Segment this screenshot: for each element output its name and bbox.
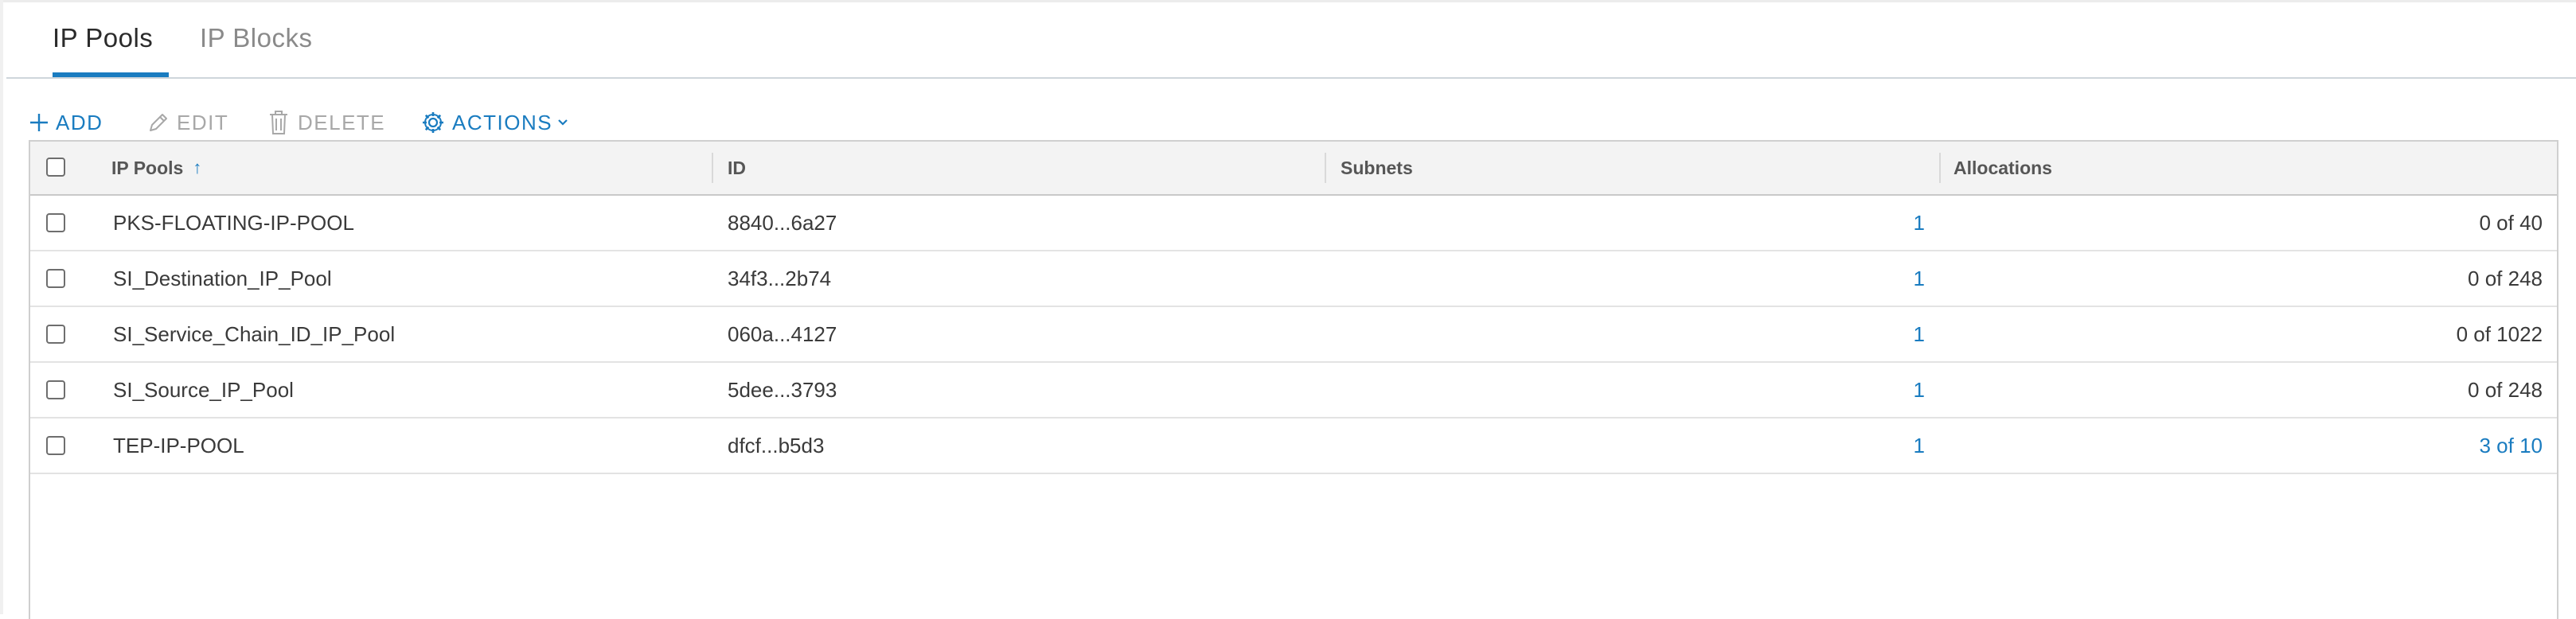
ip-pools-table: IP Pools ↑ ID Subnets Allocations PKS-FL… — [29, 140, 2558, 619]
pool-id-cell: 060a...4127 — [728, 321, 837, 346]
actions-label: ACTIONS — [452, 110, 553, 134]
actions-dropdown[interactable]: ACTIONS — [420, 108, 568, 137]
plus-icon — [29, 112, 49, 133]
table-row[interactable]: SI_Destination_IP_Pool 34f3...2b74 1 0 o… — [30, 251, 2557, 307]
pool-id-cell: dfcf...b5d3 — [728, 433, 825, 457]
pool-name-cell: TEP-IP-POOL — [113, 433, 244, 457]
subnets-link[interactable]: 1 — [1341, 419, 1925, 473]
column-header-ip-pools[interactable]: IP Pools ↑ — [111, 142, 201, 194]
row-checkbox[interactable] — [46, 213, 65, 232]
column-header-label: IP Pools — [111, 157, 184, 178]
chevron-down-icon — [557, 119, 568, 127]
table-header: IP Pools ↑ ID Subnets Allocations — [30, 142, 2557, 196]
tab-ip-pools[interactable]: IP Pools — [53, 23, 153, 53]
allocations-cell: 0 of 248 — [2468, 377, 2543, 402]
pool-id-cell: 34f3...2b74 — [728, 266, 832, 290]
trash-icon — [267, 110, 290, 135]
row-checkbox[interactable] — [46, 269, 65, 288]
allocations-cell: 0 of 248 — [2468, 266, 2543, 290]
delete-button-label: DELETE — [298, 110, 386, 134]
tab-ip-blocks[interactable]: IP Blocks — [200, 23, 312, 53]
table-row[interactable]: SI_Service_Chain_ID_IP_Pool 060a...4127 … — [30, 307, 2557, 363]
table-row[interactable]: PKS-FLOATING-IP-POOL 8840...6a27 1 0 of … — [30, 196, 2557, 251]
column-header-subnets[interactable]: Subnets — [1341, 142, 1413, 194]
row-checkbox[interactable] — [46, 325, 65, 344]
column-header-id[interactable]: ID — [728, 142, 746, 194]
pencil-icon — [146, 111, 170, 134]
gear-icon — [420, 110, 446, 135]
column-header-allocations[interactable]: Allocations — [1953, 142, 2052, 194]
tab-bar: IP Pools IP Blocks — [6, 2, 2576, 79]
add-button-label: ADD — [56, 110, 103, 134]
pool-name-cell: SI_Source_IP_Pool — [113, 377, 294, 402]
column-separator[interactable] — [1939, 153, 1941, 183]
allocations-cell: 0 of 1022 — [2456, 321, 2543, 346]
subnets-link[interactable]: 1 — [1341, 307, 1925, 361]
subnets-link[interactable]: 1 — [1341, 196, 1925, 250]
pool-id-cell: 8840...6a27 — [728, 210, 837, 235]
pool-name-cell: PKS-FLOATING-IP-POOL — [113, 210, 354, 235]
delete-button[interactable]: DELETE — [267, 108, 385, 137]
edit-button[interactable]: EDIT — [146, 108, 228, 137]
pool-name-cell: SI_Destination_IP_Pool — [113, 266, 332, 290]
pool-id-cell: 5dee...3793 — [728, 377, 837, 402]
pool-name-cell: SI_Service_Chain_ID_IP_Pool — [113, 321, 396, 346]
allocations-link[interactable]: 3 of 10 — [1953, 419, 2543, 473]
subnets-link[interactable]: 1 — [1341, 363, 1925, 417]
window-left-border — [0, 0, 3, 614]
table-row[interactable]: TEP-IP-POOL dfcf...b5d3 1 3 of 10 — [30, 419, 2557, 474]
row-checkbox[interactable] — [46, 380, 65, 399]
column-separator[interactable] — [712, 153, 713, 183]
edit-button-label: EDIT — [177, 110, 229, 134]
column-separator[interactable] — [1325, 153, 1326, 183]
active-tab-indicator — [53, 72, 169, 77]
arrow-up-icon: ↑ — [193, 158, 202, 177]
allocations-cell: 0 of 40 — [2479, 210, 2543, 235]
select-all-checkbox[interactable] — [46, 158, 65, 177]
table-row[interactable]: SI_Source_IP_Pool 5dee...3793 1 0 of 248 — [30, 363, 2557, 419]
subnets-link[interactable]: 1 — [1341, 251, 1925, 306]
row-checkbox[interactable] — [46, 436, 65, 455]
add-button[interactable]: ADD — [29, 108, 103, 137]
toolbar: ADD EDIT DELETE ACTIONS — [29, 108, 618, 137]
